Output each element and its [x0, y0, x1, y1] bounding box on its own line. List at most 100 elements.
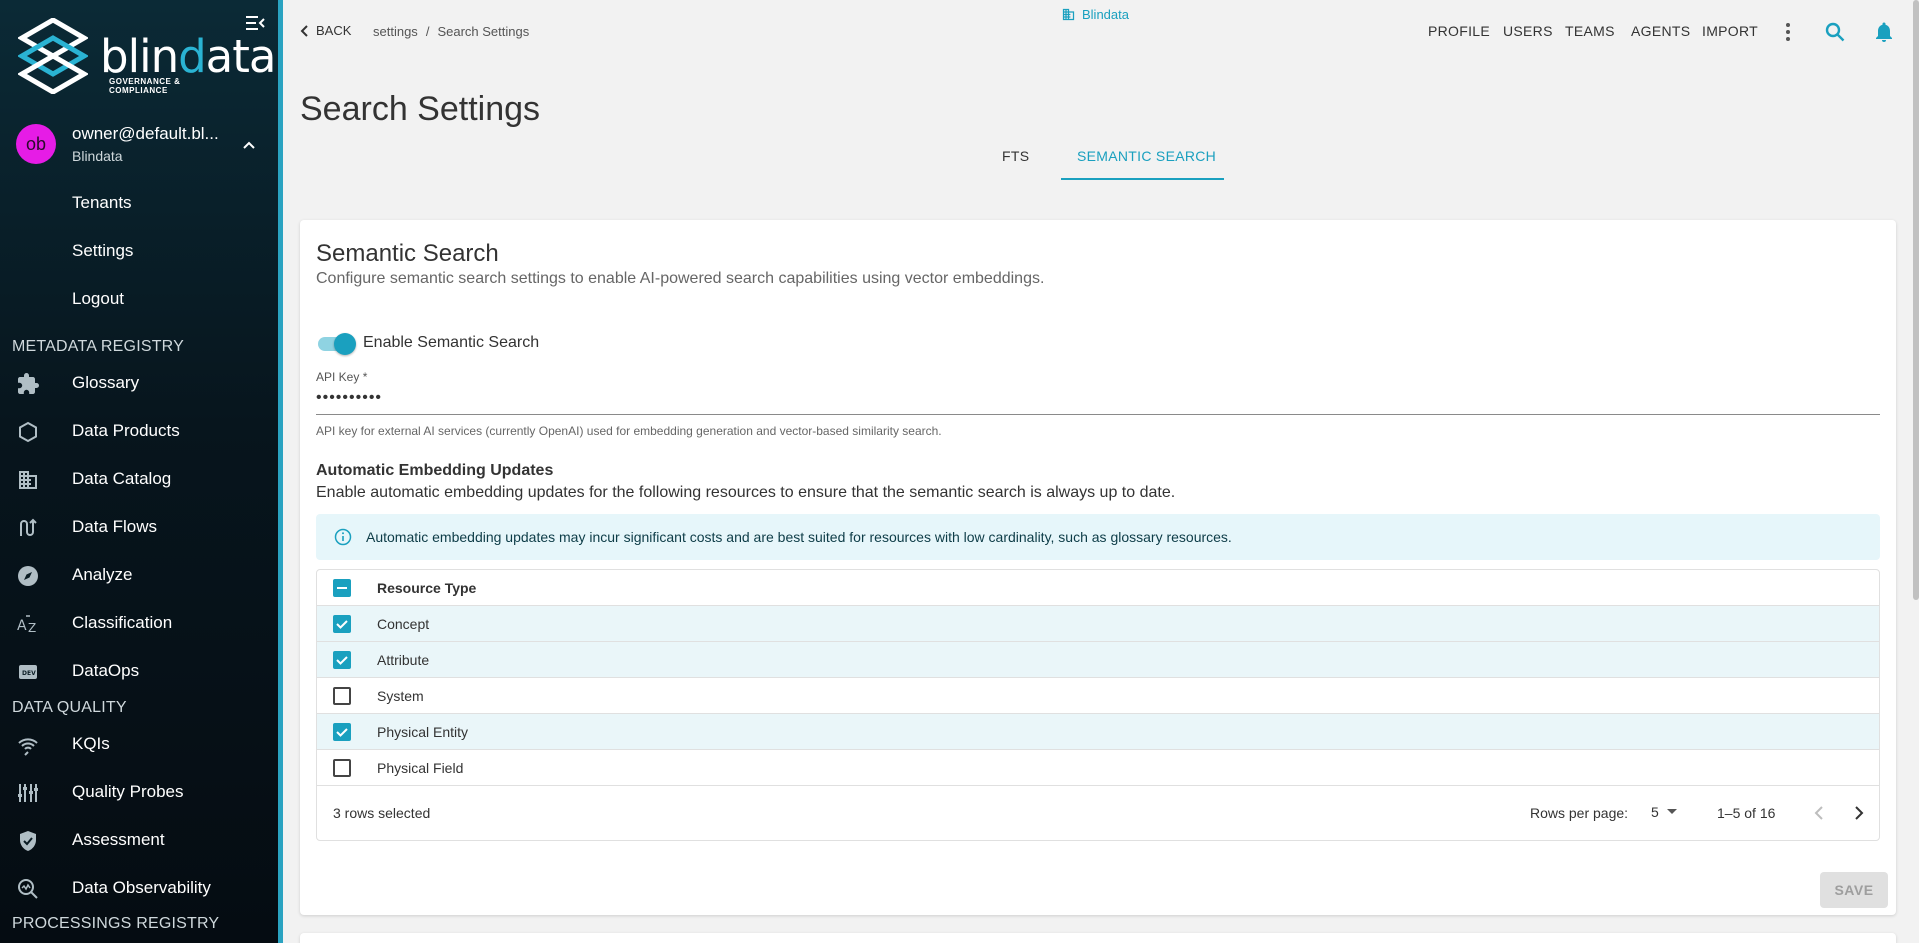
sidebar-item-data-flows[interactable]: Data Flows: [0, 507, 278, 547]
rows-per-page-select[interactable]: 5: [1651, 804, 1677, 820]
nav-import[interactable]: IMPORT: [1702, 23, 1758, 39]
blindata-logo[interactable]: blindata GOVERNANCE & COMPLIANCE: [17, 17, 276, 95]
select-all-checkbox[interactable]: [333, 579, 351, 597]
rows-per-page-label: Rows per page:: [1530, 805, 1629, 821]
sidebar-item-label: Analyze: [72, 565, 133, 584]
api-key-help: API key for external AI services (curren…: [316, 424, 942, 438]
section-data-quality: DATA QUALITY: [12, 699, 127, 716]
sidebar-item-label: Classification: [72, 613, 173, 632]
page-scrollbar[interactable]: [1913, 0, 1919, 943]
row-label: System: [377, 688, 424, 704]
search-icon[interactable]: [1823, 20, 1847, 44]
column-header-resource-type[interactable]: Resource Type: [377, 580, 476, 596]
sidebar-item-label: Quality Probes: [72, 782, 184, 801]
sidebar-scrollbar[interactable]: [278, 0, 283, 943]
previous-page-icon[interactable]: [1808, 802, 1830, 824]
menu-item-settings[interactable]: Settings: [72, 241, 133, 261]
row-checkbox-physical-entity[interactable]: [333, 723, 351, 741]
tenant-name: Blindata: [1082, 7, 1129, 22]
resource-type-table: Resource Type Concept Attribute System P…: [316, 569, 1880, 841]
row-label: Physical Entity: [377, 724, 469, 740]
rows-per-page-value: 5: [1651, 804, 1659, 820]
card-title: Semantic Search: [316, 240, 499, 267]
flow-icon: [16, 516, 40, 540]
logo-wordmark: blindata: [100, 30, 276, 83]
nav-agents[interactable]: AGENTS: [1631, 23, 1690, 39]
hexagon-icon: [16, 420, 40, 444]
menu-item-logout[interactable]: Logout: [72, 289, 124, 309]
logo-mark-icon: [17, 17, 89, 95]
table-row[interactable]: System: [317, 678, 1879, 714]
user-email: owner@default.bl...: [72, 124, 219, 143]
svg-text:A: A: [17, 618, 27, 634]
sidebar-item-data-catalog[interactable]: Data Catalog: [0, 459, 278, 499]
row-checkbox-concept[interactable]: [333, 615, 351, 633]
dev-icon: DEV: [16, 660, 40, 684]
back-label: BACK: [316, 23, 352, 38]
info-alert: Automatic embedding updates may incur si…: [316, 514, 1880, 560]
scrollbar-thumb[interactable]: [1913, 0, 1919, 600]
row-checkbox-physical-field[interactable]: [333, 759, 351, 777]
sidebar-item-assessment[interactable]: Assessment: [0, 820, 278, 860]
logo-tagline: GOVERNANCE & COMPLIANCE: [109, 77, 181, 95]
api-key-label: API Key *: [316, 370, 368, 384]
table-pagination: 3 rows selected Rows per page: 5 1–5 of …: [317, 786, 1879, 840]
back-button[interactable]: BACK: [300, 23, 351, 38]
sidebar-item-classification[interactable]: AZ Classification: [0, 603, 278, 643]
sidebar-item-data-products[interactable]: Data Products: [0, 411, 278, 451]
signal-icon: [16, 733, 40, 757]
sidebar-item-dataops[interactable]: DEV DataOps: [0, 651, 278, 691]
pagination-range: 1–5 of 16: [1717, 805, 1776, 821]
toggle-label: Enable Semantic Search: [363, 334, 540, 351]
next-page-icon[interactable]: [1848, 802, 1870, 824]
section-metadata-registry: METADATA REGISTRY: [12, 338, 185, 355]
user-tenant: Blindata: [72, 148, 123, 164]
active-tab-indicator: [1061, 178, 1224, 180]
semantic-search-card: Semantic Search Configure semantic searc…: [300, 220, 1896, 915]
alert-text: Automatic embedding updates may incur si…: [366, 529, 1232, 545]
section-processings-registry: PROCESSINGS REGISTRY: [12, 915, 220, 932]
auto-updates-title: Automatic Embedding Updates: [316, 462, 554, 479]
tab-semantic-search[interactable]: SEMANTIC SEARCH: [1077, 148, 1216, 164]
nav-users[interactable]: USERS: [1503, 23, 1553, 39]
chevron-up-icon[interactable]: [240, 136, 258, 154]
sidebar-item-analyze[interactable]: Analyze: [0, 555, 278, 595]
table-row[interactable]: Attribute: [317, 642, 1879, 678]
observability-icon: [16, 877, 40, 901]
row-checkbox-attribute[interactable]: [333, 651, 351, 669]
collapse-menu-icon[interactable]: [244, 12, 266, 34]
row-checkbox-system[interactable]: [333, 687, 351, 705]
menu-item-tenants[interactable]: Tenants: [72, 193, 132, 213]
sidebar-item-quality-probes[interactable]: Quality Probes: [0, 772, 278, 812]
sidebar-item-label: KQIs: [72, 734, 110, 753]
table-row[interactable]: Physical Entity: [317, 714, 1879, 750]
sidebar-item-label: Data Catalog: [72, 469, 172, 488]
user-profile[interactable]: ob owner@default.bl... Blindata: [16, 124, 266, 166]
api-key-input[interactable]: ••••••••••: [316, 389, 1880, 415]
auto-updates-description: Enable automatic embedding updates for t…: [316, 484, 1176, 501]
dropdown-arrow-icon: [1666, 809, 1677, 814]
nav-profile[interactable]: PROFILE: [1428, 23, 1490, 39]
breadcrumb-current: Search Settings: [437, 24, 530, 39]
breadcrumb-settings[interactable]: settings: [373, 24, 418, 39]
sidebar-item-label: Data Products: [72, 421, 180, 440]
selected-count: 3 rows selected: [333, 805, 431, 821]
nav-teams[interactable]: TEAMS: [1565, 23, 1615, 39]
current-tenant[interactable]: Blindata: [1061, 7, 1129, 22]
card-subtitle: Configure semantic search settings to en…: [316, 270, 1045, 287]
info-icon: [334, 528, 352, 546]
notification-bell-icon[interactable]: [1872, 20, 1896, 44]
tab-fts[interactable]: FTS: [1002, 148, 1029, 164]
save-button[interactable]: SAVE: [1820, 872, 1888, 908]
sidebar-item-kqis[interactable]: KQIs: [0, 724, 278, 764]
sidebar-item-label: Assessment: [72, 830, 165, 849]
more-vert-icon[interactable]: [1776, 20, 1800, 44]
sidebar-item-glossary[interactable]: Glossary: [0, 363, 278, 403]
table-row[interactable]: Concept: [317, 606, 1879, 642]
enable-semantic-search-toggle[interactable]: [316, 333, 356, 355]
sidebar-item-data-observability[interactable]: Data Observability: [0, 868, 278, 908]
check-icon: [336, 656, 348, 665]
sort-az-icon: AZ: [16, 612, 40, 636]
table-header-row: Resource Type: [317, 570, 1879, 606]
table-row[interactable]: Physical Field: [317, 750, 1879, 786]
